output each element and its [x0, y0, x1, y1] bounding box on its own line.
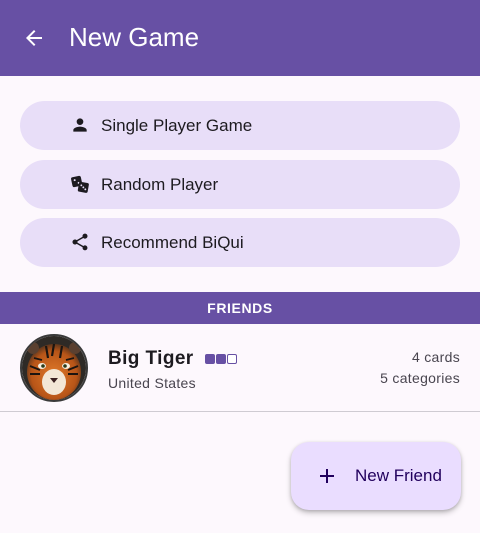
random-player-button[interactable]: Random Player: [20, 160, 460, 209]
level-segment-filled: [205, 354, 215, 364]
friend-name: Big Tiger: [108, 348, 194, 369]
plus-icon: [320, 469, 334, 483]
level-segment-filled: [216, 354, 226, 364]
page-title: New Game: [69, 22, 200, 52]
share-icon: [72, 233, 88, 251]
friend-level-indicator: [205, 354, 237, 364]
new-friend-fab[interactable]: New Friend: [291, 442, 461, 510]
single-player-game-label: Single Player Game: [101, 116, 253, 135]
friend-categories-count: 5 categories: [380, 370, 460, 386]
recommend-biqui-label: Recommend BiQui: [101, 233, 244, 252]
avatar: [20, 334, 88, 402]
new-friend-label: New Friend: [355, 466, 442, 485]
friend-country: United States: [108, 375, 196, 391]
dice-icon: [71, 175, 89, 193]
app-bar: New Game: [0, 0, 480, 76]
single-player-game-button[interactable]: Single Player Game: [20, 101, 460, 150]
person-icon: [73, 118, 87, 132]
random-player-label: Random Player: [101, 175, 219, 194]
recommend-biqui-button[interactable]: Recommend BiQui: [20, 218, 460, 267]
friends-section-header: FRIENDS: [0, 292, 480, 324]
friend-cards-count: 4 cards: [411, 349, 460, 365]
arrow-back-icon: [26, 30, 42, 46]
back-button[interactable]: [18, 22, 50, 54]
level-segment-empty: [227, 354, 237, 364]
friend-list-item[interactable]: Big Tiger United States 4 cards 5 catego…: [0, 324, 480, 412]
tiger-avatar-image: [22, 336, 86, 400]
